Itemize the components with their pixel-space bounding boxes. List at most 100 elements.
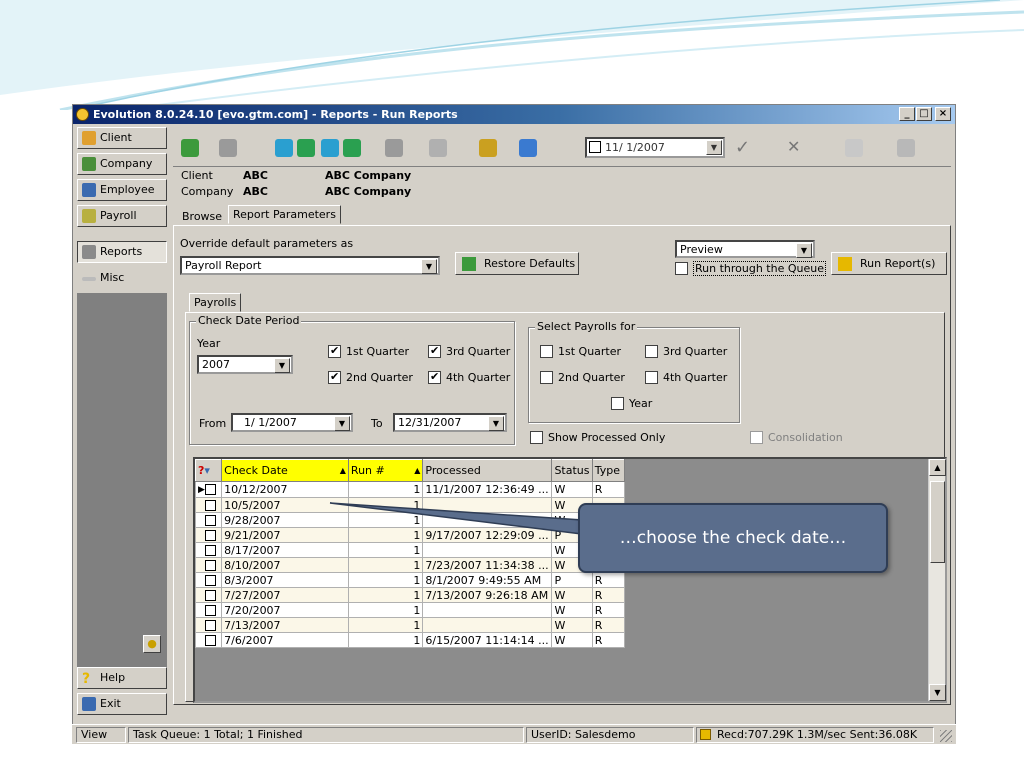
maximize-button[interactable]: □ bbox=[916, 107, 932, 121]
row-checkbox[interactable] bbox=[205, 590, 216, 601]
run-reports-button[interactable]: Run Report(s) bbox=[831, 252, 947, 275]
scroll-down-button[interactable]: ▼ bbox=[929, 684, 946, 701]
scroll-up-button[interactable]: ▲ bbox=[929, 459, 946, 476]
to-date-dropdown[interactable]: ▼ bbox=[488, 416, 504, 431]
row-checkbox[interactable] bbox=[205, 635, 216, 646]
nav-misc-button[interactable]: Misc bbox=[77, 267, 167, 289]
column-type[interactable]: Type bbox=[591, 459, 626, 482]
output-dropdown-button[interactable]: ▼ bbox=[796, 243, 812, 258]
row-checkbox[interactable] bbox=[204, 483, 216, 495]
post-check-icon[interactable]: ✓ bbox=[735, 137, 750, 158]
select-q4-checkbox[interactable]: 4th Quarter bbox=[645, 371, 727, 385]
row-checkbox[interactable] bbox=[205, 500, 216, 511]
add-record-icon[interactable] bbox=[385, 139, 403, 157]
close-button[interactable]: × bbox=[935, 107, 951, 121]
select-q1-checkbox[interactable]: 1st Quarter bbox=[540, 345, 621, 359]
nav-employee-button[interactable]: Employee bbox=[77, 179, 167, 201]
table-row[interactable]: ▶ 10/12/2007 1 11/1/2007 12:36:49 ... W R bbox=[194, 481, 626, 498]
column-check-date[interactable]: Check Date ▲ bbox=[221, 459, 349, 482]
row-checkbox[interactable] bbox=[205, 560, 216, 571]
table-row[interactable]: 7/13/2007 1 W R bbox=[194, 617, 626, 633]
override-dropdown-button[interactable]: ▼ bbox=[421, 259, 437, 274]
status-task-queue[interactable]: Task Queue: 1 Total; 1 Finished bbox=[128, 727, 524, 743]
table-row[interactable]: 9/21/2007 1 9/17/2007 12:29:09 ... P bbox=[194, 527, 626, 543]
date-checkbox[interactable] bbox=[589, 141, 601, 153]
table-row[interactable]: 7/20/2007 1 W R bbox=[194, 602, 626, 618]
open-folder-icon[interactable] bbox=[479, 139, 497, 157]
date-picker[interactable]: 11/ 1/2007 ▼ bbox=[585, 137, 725, 158]
row-select-cell[interactable] bbox=[194, 632, 223, 648]
row-select-cell[interactable] bbox=[194, 587, 223, 603]
sun-icon[interactable] bbox=[845, 139, 863, 157]
row-checkbox[interactable] bbox=[205, 545, 216, 556]
navigate-back-icon[interactable] bbox=[181, 139, 199, 157]
q3-checkbox[interactable]: 3rd Quarter bbox=[428, 344, 510, 359]
row-select-cell[interactable] bbox=[194, 617, 223, 633]
minimize-button[interactable]: _ bbox=[899, 107, 915, 121]
tools-icon[interactable] bbox=[897, 139, 915, 157]
status-view[interactable]: View bbox=[76, 727, 126, 743]
from-date-input[interactable]: 1/ 1/2007 ▼ bbox=[231, 413, 353, 432]
nav-reports-button[interactable]: Reports bbox=[77, 241, 167, 263]
row-select-cell[interactable] bbox=[194, 542, 223, 558]
row-checkbox[interactable] bbox=[205, 575, 216, 586]
q1-checkbox[interactable]: 1st Quarter bbox=[328, 344, 409, 359]
download-icon[interactable] bbox=[321, 139, 339, 157]
row-select-cell[interactable] bbox=[194, 527, 223, 543]
tab-browse[interactable]: Browse bbox=[177, 207, 228, 226]
date-dropdown-button[interactable]: ▼ bbox=[706, 140, 722, 155]
show-processed-only-checkbox[interactable]: Show Processed Only bbox=[530, 431, 665, 445]
refresh-icon[interactable] bbox=[429, 139, 447, 157]
q4-checkbox[interactable]: 4th Quarter bbox=[428, 370, 510, 385]
table-row[interactable]: 8/10/200717/23/2007 11:34:38 ...WR bbox=[194, 557, 626, 573]
row-checkbox[interactable] bbox=[205, 530, 216, 541]
column-status[interactable]: Status bbox=[551, 459, 593, 482]
row-select-cell[interactable]: ▶ bbox=[194, 481, 223, 498]
from-date-dropdown[interactable]: ▼ bbox=[334, 416, 350, 431]
queue-icon[interactable] bbox=[519, 139, 537, 157]
column-run[interactable]: Run # ▲ bbox=[347, 459, 424, 482]
nav-company-button[interactable]: Company bbox=[77, 153, 167, 175]
resize-grip-icon[interactable] bbox=[940, 730, 952, 742]
title-bar[interactable]: Evolution 8.0.24.10 [evo.gtm.com] - Repo… bbox=[73, 105, 955, 124]
row-checkbox[interactable] bbox=[205, 515, 216, 526]
year-dropdown-button[interactable]: ▼ bbox=[274, 358, 290, 373]
run-through-queue-checkbox[interactable]: Run through the Queue bbox=[675, 261, 826, 276]
nav-client-button[interactable]: Client bbox=[77, 127, 167, 149]
table-row[interactable]: 9/28/2007 1 W bbox=[194, 512, 626, 528]
row-select-cell[interactable] bbox=[194, 512, 223, 528]
row-checkbox[interactable] bbox=[205, 620, 216, 631]
table-row[interactable]: 8/3/2007 1 8/1/2007 9:49:55 AM P R bbox=[194, 572, 626, 588]
row-select-cell[interactable] bbox=[194, 497, 223, 513]
row-select-cell[interactable] bbox=[194, 557, 223, 573]
scroll-thumb[interactable] bbox=[930, 481, 945, 563]
select-q3-checkbox[interactable]: 3rd Quarter bbox=[645, 345, 727, 359]
tab-payrolls[interactable]: Payrolls bbox=[189, 293, 242, 312]
nav-payroll-button[interactable]: Payroll bbox=[77, 205, 167, 227]
grid-options-icon[interactable]: ?▾ bbox=[194, 459, 223, 482]
override-select[interactable]: Payroll Report ▼ bbox=[180, 256, 440, 275]
row-select-cell[interactable] bbox=[194, 602, 223, 618]
q2-checkbox[interactable]: 2nd Quarter bbox=[328, 370, 413, 385]
upload-icon[interactable] bbox=[297, 139, 315, 157]
to-date-input[interactable]: 12/31/2007 ▼ bbox=[393, 413, 507, 432]
row-checkbox[interactable] bbox=[205, 605, 216, 616]
help-button[interactable]: ? Help bbox=[77, 667, 167, 689]
select-year-checkbox[interactable]: Year bbox=[611, 397, 652, 411]
tab-report-parameters[interactable]: Report Parameters bbox=[228, 205, 341, 224]
table-row[interactable]: 10/5/2007 1 W bbox=[194, 497, 626, 513]
grid-vertical-scrollbar[interactable]: ▲ ▼ bbox=[928, 459, 946, 701]
select-q2-checkbox[interactable]: 2nd Quarter bbox=[540, 371, 625, 385]
table-row[interactable]: 7/27/2007 1 7/13/2007 9:26:18 AM W R bbox=[194, 587, 626, 603]
export-icon[interactable] bbox=[343, 139, 361, 157]
cancel-x-icon[interactable]: ✕ bbox=[787, 137, 800, 156]
row-select-cell[interactable] bbox=[194, 572, 223, 588]
payroll-grid[interactable]: ?▾ Check Date ▲ Run # ▲ Processed Status T… bbox=[193, 457, 947, 703]
column-processed[interactable]: Processed bbox=[422, 459, 553, 482]
import-icon[interactable] bbox=[275, 139, 293, 157]
exit-button[interactable]: Exit bbox=[77, 693, 167, 715]
year-select[interactable]: 2007 ▼ bbox=[197, 355, 293, 374]
restore-defaults-button[interactable]: Restore Defaults bbox=[455, 252, 579, 275]
table-row[interactable]: 8/17/20071WR bbox=[194, 542, 626, 558]
lightbulb-icon[interactable]: ● bbox=[143, 635, 161, 653]
